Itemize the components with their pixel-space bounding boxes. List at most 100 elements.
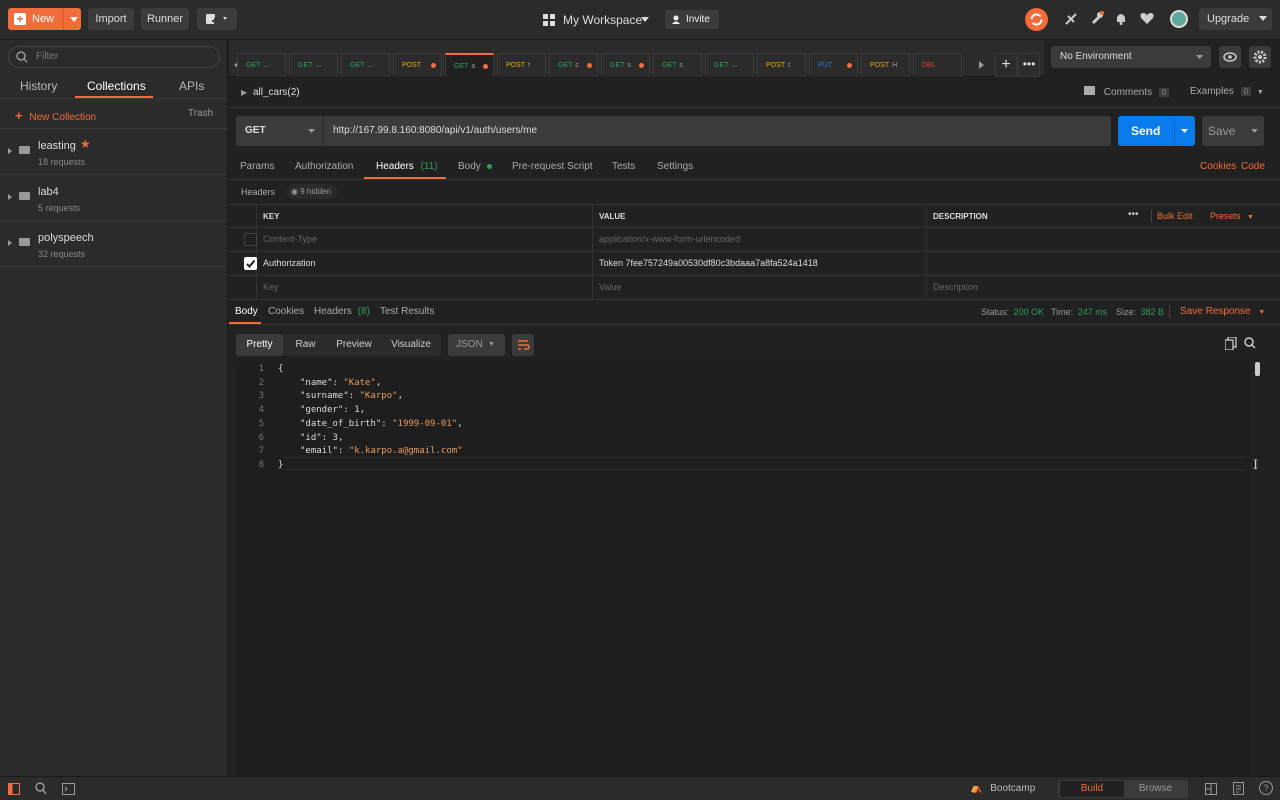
table-row[interactable]: Authorization Token 7fee757249a00530df80… — [229, 252, 1280, 276]
runner-button[interactable]: Runner — [141, 8, 189, 30]
request-tab[interactable]: GET a — [445, 53, 494, 77]
new-description-input[interactable]: Description — [927, 276, 1280, 299]
request-tab[interactable]: POST t — [757, 53, 806, 77]
response-body[interactable]: 1{2 "name": "Kate", 3 "surname": "Karpo", 4 "… — [236, 362, 1251, 776]
console-icon[interactable] — [62, 783, 75, 795]
header-description-cell[interactable] — [927, 252, 1280, 275]
send-button[interactable]: Send — [1118, 116, 1195, 146]
help-icon[interactable]: ? — [1259, 781, 1273, 795]
breadcrumb[interactable]: ▶ all_cars(2) — [241, 87, 300, 98]
chevron-right-icon[interactable] — [8, 240, 12, 246]
manage-environments-button[interactable] — [1249, 46, 1271, 68]
upgrade-button[interactable]: Upgrade — [1199, 8, 1272, 30]
search-icon[interactable] — [1244, 337, 1256, 349]
table-row[interactable]: Content-Type application/x-www-form-urle… — [229, 228, 1280, 252]
tab-apis[interactable]: APIs — [179, 79, 204, 93]
avatar[interactable] — [1170, 10, 1188, 28]
build-mode-button[interactable]: Build — [1060, 781, 1124, 797]
new-window-button[interactable] — [197, 8, 237, 30]
environment-select[interactable]: No Environment — [1051, 46, 1211, 68]
new-key-input[interactable]: Key — [257, 276, 593, 299]
request-tab[interactable]: GET s — [653, 53, 702, 77]
wrap-lines-button[interactable] — [512, 334, 534, 356]
format-preview[interactable]: Preview — [328, 334, 380, 356]
heart-icon[interactable] — [1140, 12, 1154, 25]
request-tab[interactable]: GET c — [549, 53, 598, 77]
request-tab[interactable]: PUT — [809, 53, 858, 77]
request-tab[interactable]: POST t — [497, 53, 546, 77]
more-options-icon[interactable]: ••• — [1128, 205, 1139, 225]
save-response-button[interactable]: Save Response ▼ — [1180, 306, 1265, 317]
bootcamp-button[interactable]: ⛺ Bootcamp — [970, 783, 1035, 794]
new-tab-button[interactable]: + — [995, 53, 1017, 77]
filter-input[interactable]: Filter — [8, 46, 220, 68]
row-checkbox[interactable] — [244, 233, 257, 246]
browse-mode-button[interactable]: Browse — [1124, 781, 1187, 797]
star-icon[interactable]: ★ — [80, 137, 91, 151]
invite-button[interactable]: Invite — [665, 10, 719, 29]
keyboard-shortcuts-icon[interactable] — [1233, 782, 1244, 795]
tab-settings[interactable]: Settings — [657, 161, 693, 172]
bell-icon[interactable] — [1115, 12, 1127, 25]
format-visualize[interactable]: Visualize — [381, 334, 441, 356]
more-tabs-icon[interactable]: ••• — [1018, 53, 1040, 77]
collection-item[interactable]: leasting ★ 18 requests — [0, 129, 227, 175]
request-tab[interactable]: DEL — [913, 53, 962, 77]
tab-params[interactable]: Params — [240, 161, 274, 172]
row-checkbox[interactable] — [244, 257, 257, 270]
sync-button[interactable] — [1025, 8, 1048, 31]
save-button[interactable]: Save — [1202, 116, 1264, 146]
bulk-edit-button[interactable]: Bulk Edit — [1157, 205, 1193, 228]
comments-button[interactable]: Comments 0 — [1084, 86, 1170, 98]
hidden-headers-toggle[interactable]: ◉ 9 hidden — [287, 184, 337, 199]
wrench-icon[interactable] — [1090, 11, 1104, 25]
chevron-down-icon[interactable] — [1251, 129, 1258, 134]
request-tab[interactable]: GET... — [289, 53, 338, 77]
language-select[interactable]: JSON ▼ — [448, 334, 505, 356]
request-tab[interactable]: GET s — [601, 53, 650, 77]
collection-item[interactable]: lab4 5 requests — [0, 175, 227, 221]
code-link[interactable]: Code — [1241, 161, 1265, 172]
tab-body[interactable]: Body — [458, 161, 492, 172]
copy-icon[interactable] — [1225, 337, 1237, 350]
response-tab-body[interactable]: Body — [235, 306, 258, 317]
request-tab[interactable]: GET... — [341, 53, 390, 77]
trash-button[interactable]: Trash — [188, 108, 213, 119]
method-select[interactable]: GET — [236, 116, 323, 146]
tab-history[interactable]: History — [20, 79, 57, 93]
header-key-cell[interactable]: Content-Type — [257, 228, 593, 251]
format-raw[interactable]: Raw — [284, 334, 327, 356]
header-value-cell[interactable]: Token 7fee757249a00530df80c3bdaaa7a8fa52… — [593, 252, 927, 275]
satellite-icon[interactable] — [1064, 12, 1078, 26]
scrollbar-thumb[interactable] — [1255, 362, 1260, 376]
tab-authorization[interactable]: Authorization — [295, 161, 353, 172]
search-icon[interactable] — [35, 782, 47, 795]
presets-button[interactable]: Presets ▼ — [1210, 205, 1254, 229]
new-value-input[interactable]: Value — [593, 276, 927, 299]
chevron-right-icon[interactable] — [979, 61, 984, 69]
chevron-right-icon[interactable] — [8, 194, 12, 200]
examples-button[interactable]: Examples 0 ▼ — [1190, 86, 1264, 97]
tab-collections[interactable]: Collections — [87, 79, 146, 93]
new-button[interactable]: + New — [8, 8, 81, 30]
response-tab-test-results[interactable]: Test Results — [380, 306, 434, 317]
sidebar-toggle-icon[interactable] — [8, 783, 20, 795]
collection-item[interactable]: polyspeech 32 requests — [0, 221, 227, 267]
request-tab[interactable]: GET... — [237, 53, 286, 77]
tab-tests[interactable]: Tests — [612, 161, 635, 172]
chevron-down-icon[interactable] — [70, 17, 78, 22]
response-tab-cookies[interactable]: Cookies — [268, 306, 304, 317]
tab-headers[interactable]: Headers (11) — [376, 161, 438, 172]
import-button[interactable]: Import — [88, 8, 134, 30]
chevron-right-icon[interactable] — [8, 148, 12, 154]
response-tab-headers[interactable]: Headers (8) — [314, 306, 370, 317]
header-key-cell[interactable]: Authorization — [257, 252, 593, 275]
request-tab[interactable]: POST H — [861, 53, 910, 77]
table-row-new[interactable]: Key Value Description — [229, 276, 1280, 300]
new-collection-button[interactable]: + New Collection — [15, 108, 96, 123]
url-input[interactable]: http://167.99.8.160:8080/api/v1/auth/use… — [323, 116, 1111, 146]
header-description-cell[interactable] — [927, 228, 1280, 251]
cookies-link[interactable]: Cookies — [1200, 161, 1236, 172]
request-tab[interactable]: POST — [393, 53, 442, 77]
environment-quick-look-button[interactable] — [1219, 46, 1241, 68]
